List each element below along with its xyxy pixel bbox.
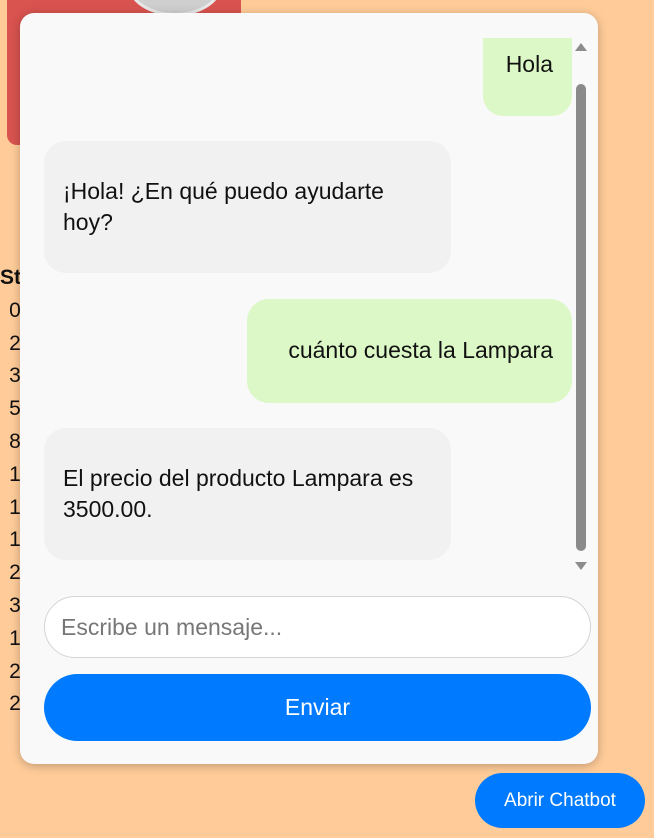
scrollbar-thumb[interactable] — [576, 84, 586, 551]
bot-message: El precio del producto Lampara es 3500.0… — [44, 428, 451, 560]
user-message: cuánto cuesta la Lampara — [247, 299, 572, 403]
message-input[interactable] — [44, 596, 591, 658]
triangle-down-icon[interactable] — [575, 562, 587, 570]
open-chatbot-button[interactable]: Abrir Chatbot — [475, 773, 645, 828]
bot-message: ¡Hola! ¿En qué puedo ayudarte hoy? — [44, 141, 451, 273]
triangle-up-icon[interactable] — [575, 43, 587, 51]
message-list[interactable]: Hola ¡Hola! ¿En qué puedo ayudarte hoy? … — [20, 38, 572, 585]
chatbot-window: Hola ¡Hola! ¿En qué puedo ayudarte hoy? … — [20, 13, 598, 764]
send-button[interactable]: Enviar — [44, 674, 591, 741]
message-scrollbar[interactable] — [574, 39, 588, 572]
user-message: Hola — [483, 38, 572, 116]
